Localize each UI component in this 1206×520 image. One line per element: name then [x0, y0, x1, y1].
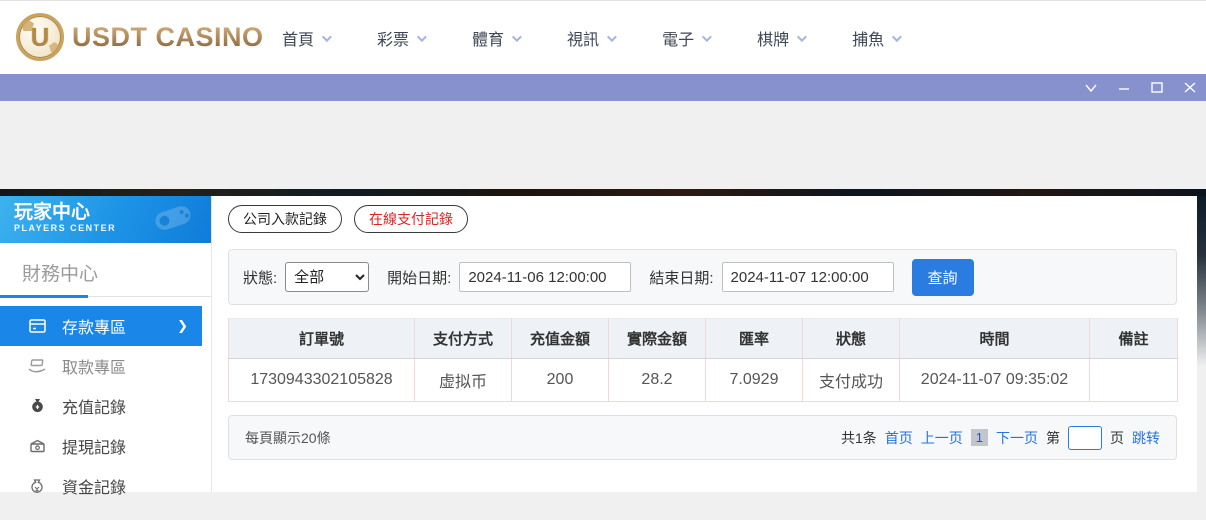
brand-name: USDT CASINO	[72, 21, 264, 52]
jump-button[interactable]: 跳转	[1132, 428, 1160, 448]
jump-page-input[interactable]	[1068, 425, 1102, 450]
table-row: 1730943302105828 虚拟币 200 28.2 7.0929 支付成…	[228, 358, 1178, 402]
col-payment-method: 支付方式	[414, 318, 512, 359]
maximize-icon[interactable]	[1149, 80, 1165, 96]
chevron-right-icon: ❯	[177, 318, 188, 333]
nav-item-cards[interactable]: 棋牌	[757, 26, 807, 50]
col-order-number: 訂單號	[228, 318, 415, 359]
nav-item-lottery[interactable]: 彩票	[377, 26, 427, 50]
pagination-bar: 每頁顯示20條 共1条 首页 上一页 1 下一页 第 页 跳转	[228, 415, 1177, 460]
end-date-input[interactable]	[721, 262, 894, 292]
logo-ball-icon: U	[16, 13, 64, 61]
brand-logo[interactable]: U USDT CASINO	[16, 13, 264, 61]
chevron-down-icon[interactable]	[1083, 80, 1099, 96]
start-date-input[interactable]	[459, 262, 632, 292]
current-page-badge: 1	[970, 429, 988, 446]
logo-monogram: U	[30, 22, 50, 52]
cell-exchange-rate: 7.0929	[705, 358, 803, 402]
section-divider	[0, 295, 211, 298]
sidebar-item-label: 充值記錄	[62, 400, 127, 417]
nav-item-fishing[interactable]: 捕魚	[852, 26, 902, 50]
nav-item-electronic[interactable]: 電子	[662, 26, 712, 50]
sidebar-item-funds-records[interactable]: 資金記錄	[0, 466, 211, 506]
close-icon[interactable]	[1182, 80, 1198, 96]
table-header-row: 訂單號 支付方式 充值金額 實際金額 匯率 狀態 時間 備註	[228, 318, 1178, 359]
first-page-link[interactable]: 首页	[885, 428, 913, 448]
sidebar: 玩家中心 PLAYERS CENTER 財務中心 存款專區 ❯ 取款專區 充值記…	[0, 196, 212, 497]
sidebar-item-label: 提現記錄	[62, 440, 127, 457]
chevron-down-icon	[416, 31, 427, 42]
finance-center-heading: 財務中心	[22, 264, 99, 285]
cell-recharge-amount: 200	[511, 358, 609, 402]
nav-item-video[interactable]: 視訊	[567, 26, 617, 50]
cell-payment-method: 虚拟币	[414, 358, 512, 402]
deposit-icon	[28, 317, 46, 335]
sidebar-item-label: 存款專區	[62, 320, 127, 337]
jump-suffix-label: 页	[1110, 429, 1124, 446]
gamepad-icon	[147, 197, 199, 240]
cell-status: 支付成功	[802, 358, 900, 402]
withdraw-icon	[28, 357, 46, 375]
sidebar-item-label: 取款專區	[62, 360, 127, 377]
status-label: 狀態:	[243, 269, 278, 287]
players-center-banner: 玩家中心 PLAYERS CENTER	[0, 196, 211, 243]
cell-time: 2024-11-07 09:35:02	[899, 358, 1090, 402]
search-button[interactable]: 查詢	[911, 258, 974, 296]
chevron-down-icon	[702, 31, 712, 42]
nav-item-sports[interactable]: 體育	[472, 26, 522, 50]
col-actual-amount: 實際金額	[608, 318, 706, 359]
funds-record-icon	[28, 477, 46, 495]
col-time: 時間	[899, 318, 1090, 359]
next-page-link[interactable]: 下一页	[996, 428, 1038, 448]
sidebar-item-recharge-records[interactable]: 充值記錄	[0, 386, 211, 426]
cell-order-number: 1730943302105828	[228, 358, 415, 402]
minimize-icon[interactable]	[1116, 80, 1132, 96]
main-nav: 首頁 彩票 體育 視訊 電子 棋牌 捕魚	[282, 1, 902, 75]
status-select[interactable]: 全部	[285, 262, 370, 292]
start-date-label: 開始日期:	[387, 269, 452, 287]
sidebar-item-label: 資金記錄	[62, 480, 127, 497]
top-header: U USDT CASINO 首頁 彩票 體育 視訊 電子 棋牌 捕魚	[0, 0, 1206, 74]
jump-prefix-label: 第	[1046, 429, 1060, 446]
nav-item-home[interactable]: 首頁	[282, 26, 332, 50]
background-edge-strip	[1197, 196, 1206, 366]
main-content: 公司入款記錄 在線支付記錄 狀態: 全部 開始日期: 結束日期: 查詢 訂單號 …	[212, 196, 1197, 492]
chevron-down-icon	[321, 31, 332, 42]
col-exchange-rate: 匯率	[705, 318, 803, 359]
prev-page-link[interactable]: 上一页	[921, 428, 963, 448]
withdraw-record-icon	[28, 437, 46, 455]
total-count-text: 共1条	[840, 429, 877, 446]
sidebar-item-deposit[interactable]: 存款專區 ❯	[0, 306, 202, 346]
col-remark: 備註	[1089, 318, 1178, 359]
cell-remark	[1089, 358, 1178, 402]
window-titlebar	[0, 74, 1206, 101]
col-recharge-amount: 充值金額	[511, 318, 609, 359]
chevron-down-icon	[512, 31, 522, 42]
tab-online-payment-records[interactable]: 在線支付記錄	[354, 205, 468, 233]
filter-bar: 狀態: 全部 開始日期: 結束日期: 查詢	[228, 249, 1177, 305]
banner-strip	[0, 189, 1206, 196]
recharge-record-icon	[28, 397, 46, 415]
col-status: 狀態	[802, 318, 900, 359]
chevron-down-icon	[607, 31, 617, 42]
sidebar-item-withdraw[interactable]: 取款專區	[0, 346, 211, 386]
end-date-label: 結束日期:	[649, 269, 714, 287]
record-tabs: 公司入款記錄 在線支付記錄	[228, 205, 1177, 233]
chevron-down-icon	[797, 31, 807, 42]
tab-company-deposit-records[interactable]: 公司入款記錄	[228, 205, 342, 233]
records-table: 訂單號 支付方式 充值金額 實際金額 匯率 狀態 時間 備註 173094330…	[228, 318, 1178, 402]
page-size-text: 每頁顯示20條	[245, 429, 331, 446]
cell-actual-amount: 28.2	[608, 358, 706, 402]
sidebar-item-withdrawal-records[interactable]: 提現記錄	[0, 426, 211, 466]
chevron-down-icon	[892, 31, 902, 42]
